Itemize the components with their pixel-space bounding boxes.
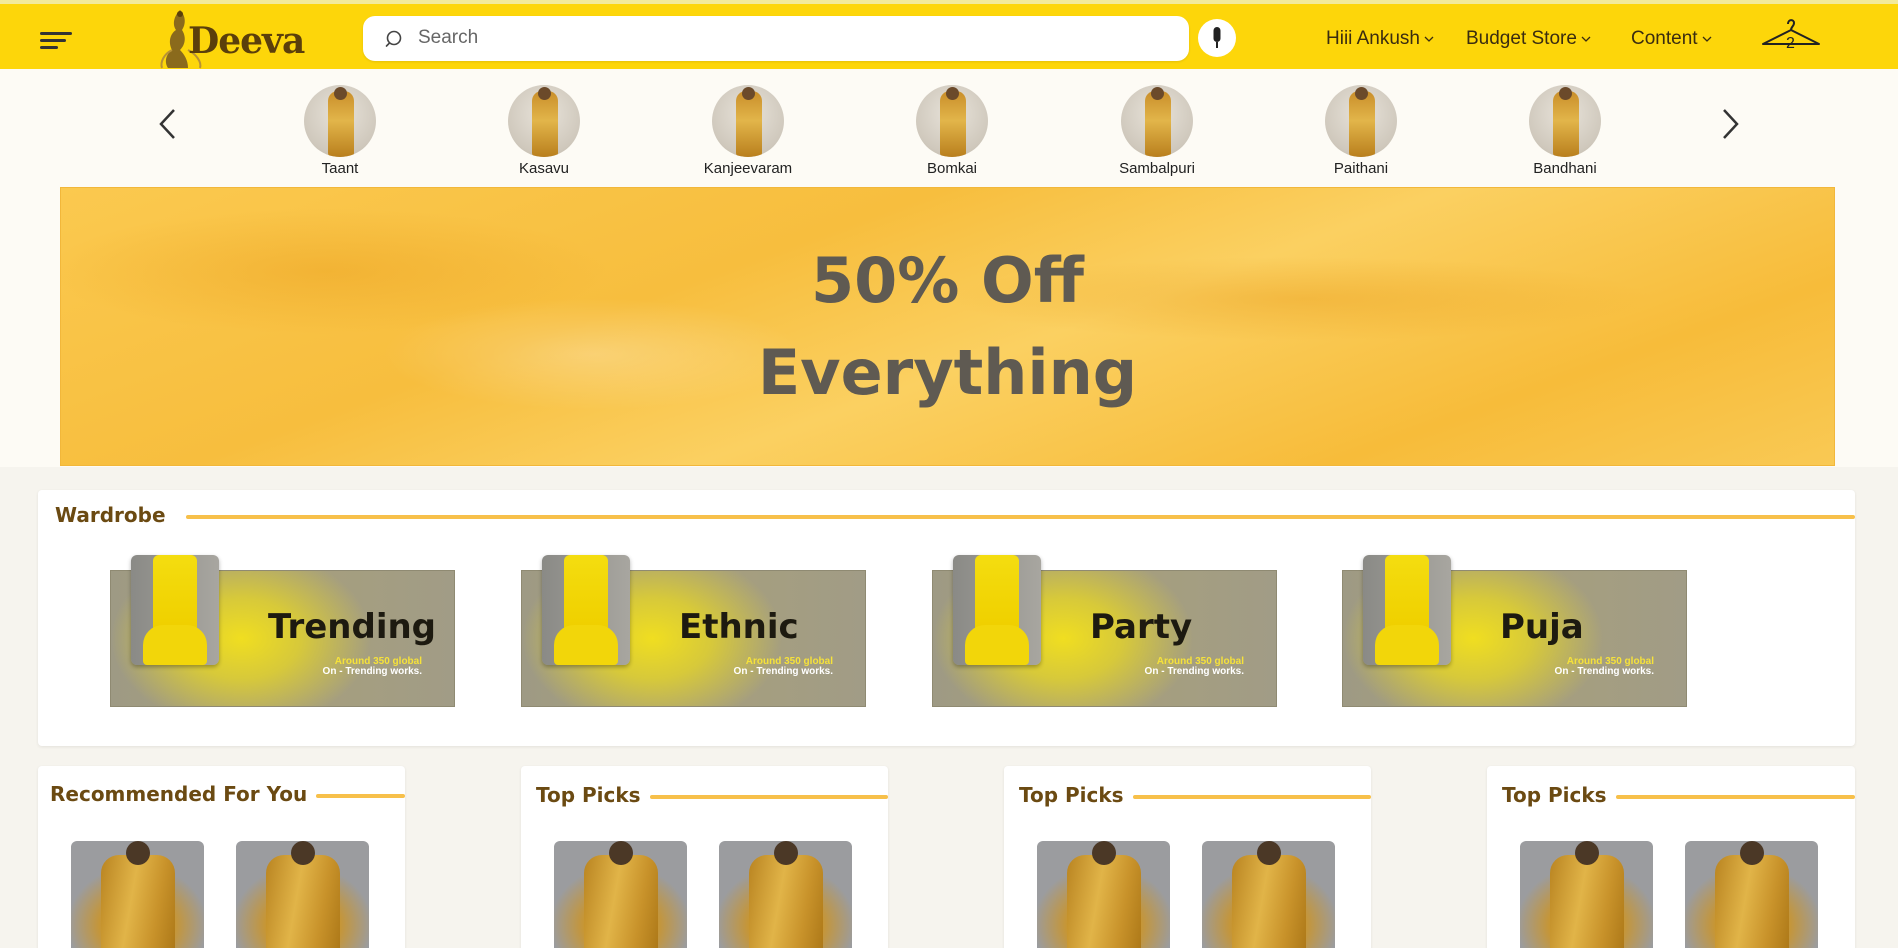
wardrobe-tile-image [953, 555, 1041, 665]
budget-store-label: Budget Store [1466, 28, 1577, 49]
category-item[interactable]: Paithani [1301, 85, 1421, 177]
title-divider [1133, 795, 1371, 799]
category-item[interactable]: Sambalpuri [1097, 85, 1217, 177]
category-thumbnail [1325, 85, 1397, 157]
banner-headline: 50% Off [811, 243, 1084, 317]
title-divider [1616, 795, 1855, 799]
product-card[interactable] [71, 841, 204, 948]
title-divider [650, 795, 888, 799]
wardrobe-tile-image [1363, 555, 1451, 665]
voice-search-button[interactable] [1198, 19, 1236, 57]
category-thumbnail [916, 85, 988, 157]
wardrobe-tile-party[interactable]: Party Around 350 global On - Trending wo… [932, 555, 1277, 707]
wardrobe-tile-ethnic[interactable]: Ethnic Around 350 global On - Trending w… [521, 555, 866, 707]
category-item[interactable]: Bandhani [1505, 85, 1625, 177]
category-thumbnail [304, 85, 376, 157]
wardrobe-tile-caption: Around 350 global On - Trending works. [1554, 656, 1654, 677]
category-thumbnail [1529, 85, 1601, 157]
top-header: Deeva Hiii Ankush Budget Store Content 2 [0, 0, 1898, 69]
wardrobe-tile-label: Party [1090, 607, 1193, 647]
chevron-down-icon [1424, 36, 1434, 42]
menu-icon[interactable] [40, 32, 74, 50]
category-label: Taant [321, 160, 359, 177]
category-label: Sambalpuri [1119, 160, 1195, 177]
brand-name: Deeva [188, 20, 305, 62]
wardrobe-tile-caption: Around 350 global On - Trending works. [1144, 656, 1244, 677]
brand-logo[interactable]: Deeva [158, 6, 305, 70]
wardrobe-tile-label: Puja [1500, 607, 1584, 647]
banner-subheadline: Everything [757, 335, 1138, 409]
category-thumbnail [1121, 85, 1193, 157]
product-card[interactable] [1685, 841, 1818, 948]
chevron-left-icon[interactable] [156, 107, 180, 141]
product-card[interactable] [554, 841, 687, 948]
category-item[interactable]: Kasavu [484, 85, 604, 177]
section-title: Top Picks [536, 783, 641, 807]
category-thumbnail [508, 85, 580, 157]
account-label: Hiii Ankush [1326, 28, 1420, 49]
account-menu[interactable]: Hiii Ankush [1326, 28, 1434, 50]
wardrobe-tile-trending[interactable]: Trending Around 350 global On - Trending… [110, 555, 455, 707]
category-item[interactable]: Bomkai [892, 85, 1012, 177]
category-label: Kanjeevaram [703, 160, 793, 177]
section-title: Recommended For You [50, 782, 308, 806]
wardrobe-tile-image [542, 555, 630, 665]
cart-count: 2 [1786, 35, 1795, 52]
wardrobe-tile-puja[interactable]: Puja Around 350 global On - Trending wor… [1342, 555, 1687, 707]
chevron-down-icon [1581, 36, 1591, 42]
product-card[interactable] [1520, 841, 1653, 948]
wardrobe-tile-label: Ethnic [679, 607, 799, 647]
content-menu[interactable]: Content [1631, 28, 1712, 50]
microphone-icon [1213, 27, 1221, 48]
title-divider [186, 515, 1855, 519]
category-label: Paithani [1333, 160, 1389, 177]
product-card[interactable] [236, 841, 369, 948]
wardrobe-tile-image [131, 555, 219, 665]
category-label: Bandhani [1533, 160, 1597, 177]
category-item[interactable]: Taant [280, 85, 400, 177]
category-thumbnail [712, 85, 784, 157]
search-bar [363, 16, 1189, 61]
wardrobe-tile-label: Trending [268, 607, 437, 647]
chevron-right-icon[interactable] [1718, 107, 1742, 141]
section-title: Top Picks [1502, 783, 1607, 807]
product-card[interactable] [719, 841, 852, 948]
promo-banner[interactable]: 50% Off Everything [60, 187, 1835, 466]
budget-store-menu[interactable]: Budget Store [1466, 28, 1591, 50]
search-input[interactable] [418, 24, 1158, 52]
wardrobe-cart-button[interactable]: 2 [1760, 14, 1822, 56]
category-label: Bomkai [926, 160, 978, 177]
section-title: Top Picks [1019, 783, 1124, 807]
wardrobe-title: Wardrobe [55, 503, 166, 527]
title-divider [316, 794, 405, 798]
wardrobe-tile-caption: Around 350 global On - Trending works. [322, 656, 422, 677]
product-card[interactable] [1202, 841, 1335, 948]
content-label: Content [1631, 28, 1698, 49]
category-label: Kasavu [518, 160, 570, 177]
product-card[interactable] [1037, 841, 1170, 948]
wardrobe-tile-caption: Around 350 global On - Trending works. [733, 656, 833, 677]
chevron-down-icon [1702, 36, 1712, 42]
category-item[interactable]: Kanjeevaram [688, 85, 808, 177]
search-icon [385, 30, 402, 47]
